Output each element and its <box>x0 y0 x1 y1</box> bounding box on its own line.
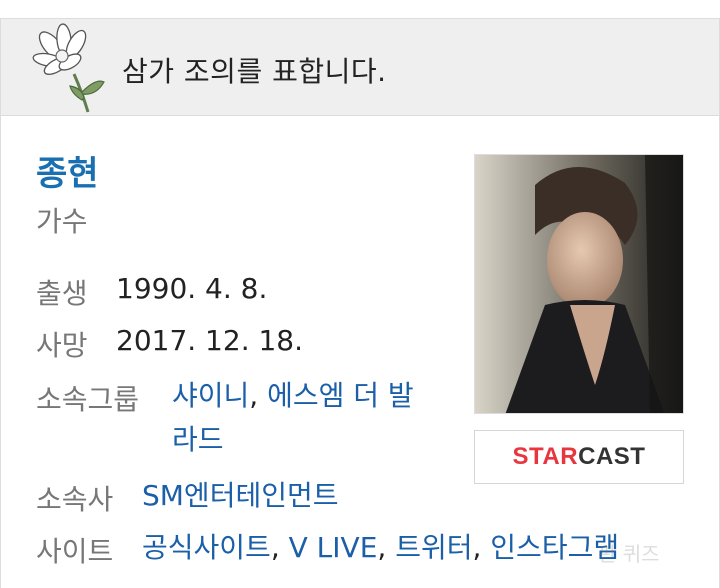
starcast-star: STAR <box>512 443 579 470</box>
sites-links: 공식사이트, V LIVE, 트위터, 인스타그램 <box>142 522 619 574</box>
agency-link[interactable]: SM엔터테인먼트 <box>142 470 339 522</box>
profile-photo-illustration <box>475 155 683 413</box>
group-label: 소속그룹 <box>36 383 140 416</box>
profile-photo[interactable] <box>474 154 684 414</box>
sites-label: 사이트 <box>36 535 114 568</box>
site-link-official[interactable]: 공식사이트 <box>142 531 271 564</box>
birth-label: 출생 <box>36 277 88 310</box>
group-separator: , <box>249 379 259 412</box>
death-value: 2017. 12. 18. <box>116 324 304 357</box>
starcast-button[interactable]: STAR CAST <box>474 430 684 484</box>
person-name[interactable]: 종현 <box>36 146 99 195</box>
site-link-vlive[interactable]: V LIVE <box>289 531 378 564</box>
site-separator-1: , <box>270 531 280 564</box>
birth-value: 1990. 4. 8. <box>116 272 268 305</box>
chrysanthemum-icon <box>32 23 105 113</box>
group-link-sm-the-ballad-cont[interactable]: 라드 <box>172 423 224 456</box>
site-link-twitter[interactable]: 트위터 <box>395 531 472 564</box>
group-link-sm-the-ballad[interactable]: 에스엠 더 발 <box>267 379 414 412</box>
group-link-shinee[interactable]: 샤이니 <box>172 379 249 412</box>
group-links-line2: 라드 <box>172 414 224 466</box>
site-separator-2: , <box>377 531 387 564</box>
watermark: 판 퀴즈 <box>598 542 660 566</box>
agency-label: 소속사 <box>36 483 114 516</box>
starcast-cast: CAST <box>578 443 646 470</box>
condolence-text: 삼가 조의를 표합니다. <box>122 55 387 88</box>
person-occupation: 가수 <box>36 205 88 238</box>
site-separator-3: , <box>472 531 482 564</box>
death-label: 사망 <box>36 329 88 362</box>
